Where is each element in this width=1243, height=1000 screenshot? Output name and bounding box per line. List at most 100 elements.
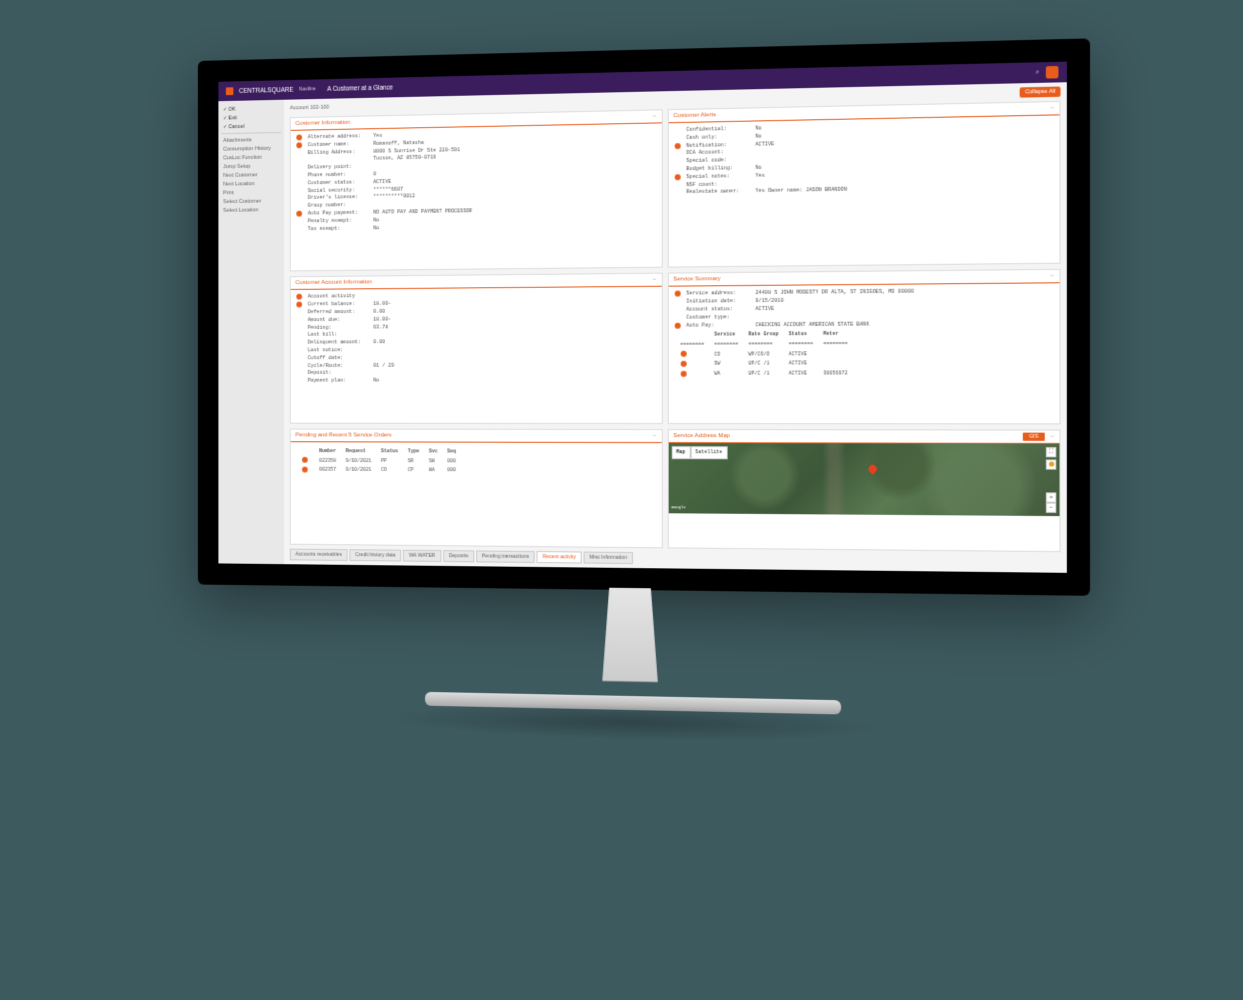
panel-title-account-info: Customer Account Information	[295, 280, 372, 287]
table-header: Number	[315, 448, 340, 455]
collapse-icon[interactable]: −	[1051, 105, 1055, 111]
bullet-icon	[296, 142, 302, 148]
map-zoom-out-button[interactable]: −	[1046, 503, 1056, 513]
bullet-icon	[296, 302, 302, 308]
collapse-icon[interactable]: −	[653, 433, 656, 439]
table-divider: ========	[785, 341, 817, 349]
field-value: 24408 S JOHN MODESTY DR ALTA, ST INIGOES…	[755, 289, 914, 298]
bottom-tab[interactable]: WA WATER	[403, 550, 441, 562]
map-zoom-in-button[interactable]: +	[1046, 492, 1056, 502]
app-screen: CENTRALSQUARE Naviline A Customer at a G…	[218, 62, 1066, 573]
field-value: 0.00	[373, 309, 385, 317]
info-row: Auto Pay: CHECKING ACCOUNT AMERICAN STATE…	[674, 320, 1053, 330]
field-label: Payment plan:	[308, 378, 370, 386]
table-header: Request	[342, 448, 375, 455]
table-row[interactable]: COWP/CO/OACTIVE	[676, 350, 852, 359]
collapse-icon[interactable]: −	[1051, 273, 1055, 279]
field-value: No	[373, 225, 379, 233]
table-row[interactable]: SWUP/C /1ACTIVE	[676, 360, 852, 368]
panel-title-map: Service Address Map	[673, 433, 730, 439]
table-header: Service	[710, 332, 742, 340]
map-tab-satellite[interactable]: Satellite	[690, 446, 727, 460]
field-value: 63.78	[373, 324, 388, 332]
collapse-icon[interactable]: −	[653, 277, 656, 283]
collapse-icon[interactable]: −	[1051, 434, 1055, 440]
table-divider: ========	[819, 341, 852, 349]
panel-title-service-summary: Service Summary	[673, 277, 720, 283]
collapse-all-button[interactable]: Collapse All	[1020, 87, 1061, 98]
bullet-icon	[296, 294, 302, 300]
bullet-icon	[302, 457, 308, 463]
field-value: No	[755, 133, 761, 141]
sidebar-item-select-location[interactable]: Select Location	[221, 205, 281, 215]
field-value: **********0012	[373, 194, 415, 202]
main-content: Account 102-100 Collapse All Customer In…	[284, 82, 1067, 573]
gis-button[interactable]: GIS	[1023, 433, 1045, 441]
bottom-tab[interactable]: Deposits	[443, 550, 474, 562]
field-value: CHECKING ACCOUNT AMERICAN STATE BANK	[755, 321, 869, 330]
field-value: NO AUTO PAY AND PAYMENT PROCESSOR	[373, 208, 472, 217]
field-value: No	[373, 217, 379, 225]
table-header: Rate Group	[744, 332, 782, 340]
panel-account-info: Customer Account Information − Account a…	[290, 273, 662, 424]
table-header: Status	[785, 331, 817, 339]
field-value: No	[755, 125, 761, 133]
field-value: No	[373, 378, 379, 386]
map-marker-icon	[867, 463, 879, 475]
field-value: Yes Owner name: JASON BRANDON	[755, 187, 847, 196]
field-value: ACTIVE	[755, 306, 774, 314]
map-fullscreen-button[interactable]: ⛶	[1046, 447, 1056, 457]
table-header	[676, 332, 708, 340]
collapse-icon[interactable]: −	[653, 113, 656, 119]
bullet-icon	[680, 351, 686, 357]
brand-sub: Naviline	[299, 86, 316, 92]
account-label: Account 102-100	[290, 105, 329, 112]
field-label: Tax exempt:	[308, 225, 370, 233]
bullet-icon	[680, 371, 686, 377]
bullet-icon	[680, 361, 686, 367]
info-row: Payment plan:No	[296, 377, 655, 385]
field-value: 18.00-	[373, 316, 391, 324]
field-value: No	[755, 165, 761, 173]
table-divider: ========	[676, 341, 708, 349]
service-orders-table: NumberRequestStatusTypeSvcSeq0223589/10/…	[296, 446, 461, 477]
table-row[interactable]: 0023579/10/2021COCPWA000	[298, 467, 460, 475]
map-tab-map[interactable]: Map	[671, 446, 690, 460]
sidebar: OK Exit Cancel Attachments Consumption H…	[218, 100, 284, 564]
bottom-tab[interactable]: Accounts receivables	[290, 549, 348, 561]
bottom-tab[interactable]: Credit history data	[349, 549, 401, 561]
bottom-tab[interactable]: Recent activity	[537, 551, 582, 563]
field-label: Realestate owner:	[686, 189, 751, 198]
field-value: Tucson, AZ 85750-0719	[373, 155, 436, 164]
brand-name: CENTRALSQUARE	[239, 86, 293, 94]
map-attribution: Google	[671, 505, 685, 511]
brand-area: CENTRALSQUARE Naviline A Customer at a G…	[226, 84, 393, 96]
search-icon[interactable]: ⌕	[1036, 68, 1040, 76]
user-menu-button[interactable]	[1046, 66, 1059, 79]
field-value: Yes	[755, 173, 764, 181]
table-header: Status	[377, 448, 402, 455]
table-header: Meter	[819, 331, 852, 339]
bullet-icon	[674, 143, 680, 149]
sidebar-action-cancel[interactable]: Cancel	[221, 121, 281, 131]
bottom-tabs: Accounts receivablesCredit history dataW…	[290, 549, 1061, 569]
sidebar-separator	[221, 132, 281, 134]
field-value: ACTIVE	[755, 141, 774, 149]
field-label: Cycle/Route:	[308, 362, 370, 370]
bottom-tab[interactable]: Misc Information	[584, 552, 633, 564]
bottom-tab[interactable]: Pending transactions	[476, 550, 535, 563]
bullet-icon	[674, 322, 680, 328]
table-header: Seq	[443, 448, 459, 455]
panel-title-customer-info: Customer Information	[295, 120, 350, 127]
map-viewport[interactable]: Map Satellite ⛶ + −	[668, 443, 1059, 516]
field-value: 9/15/2010	[755, 298, 783, 306]
field-value: 0.00	[373, 339, 385, 347]
field-label: Auto Pay:	[686, 322, 751, 330]
map-streetview-button[interactable]	[1046, 459, 1056, 469]
panel-service-address-map: Service Address Map GIS − Map	[667, 429, 1060, 552]
table-row[interactable]: WAUP/C /1ACTIVE30056972	[676, 370, 852, 378]
brand-logo-icon	[226, 87, 233, 95]
table-row[interactable]: 0223589/10/2021PPSRSW000	[298, 457, 460, 465]
table-divider: ========	[710, 341, 742, 349]
table-header: Svc	[425, 448, 441, 455]
